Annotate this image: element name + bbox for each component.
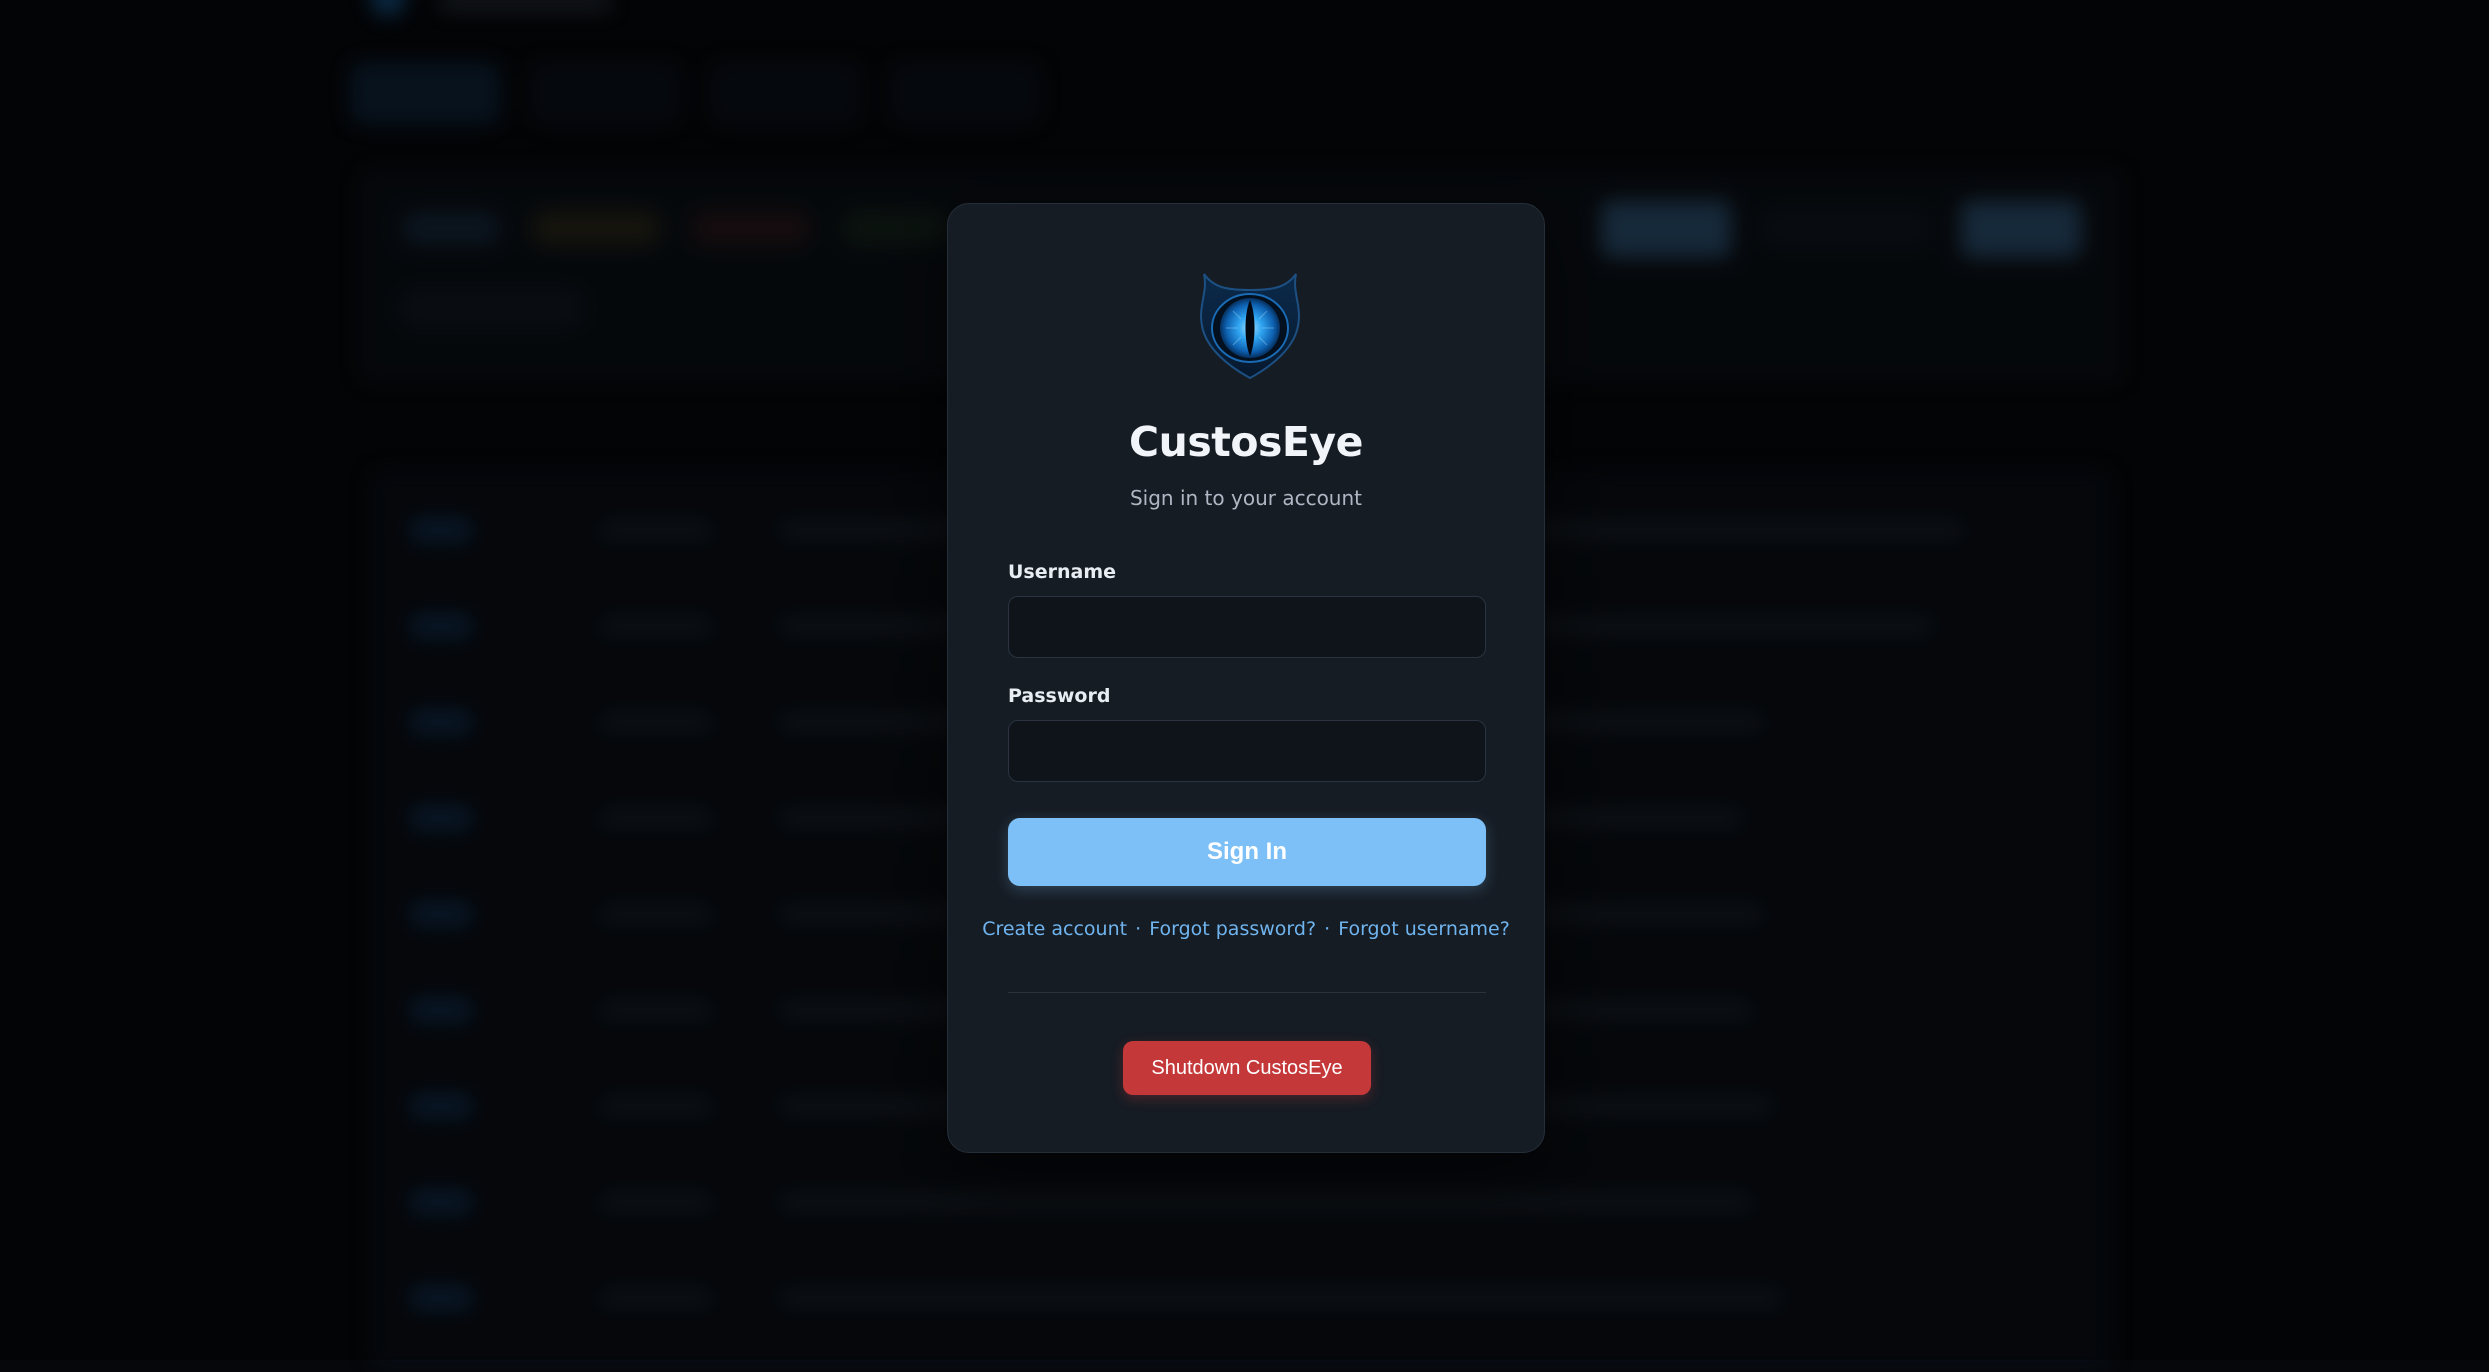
eye-logo-icon	[1200, 273, 1300, 380]
login-card: CustosEye Sign in to your account Userna…	[947, 203, 1545, 1153]
password-label: Password	[1008, 685, 1111, 707]
forgot-password-link[interactable]: Forgot password?	[1149, 918, 1316, 940]
link-separator: ·	[1135, 918, 1142, 940]
create-account-link[interactable]: Create account	[982, 918, 1127, 940]
password-input[interactable]	[1008, 720, 1486, 782]
divider	[1008, 992, 1486, 993]
signin-subtitle: Sign in to your account	[1129, 486, 1362, 510]
username-label: Username	[1008, 561, 1117, 583]
account-links: Create account · Forgot password? · Forg…	[948, 918, 1544, 940]
forgot-username-link[interactable]: Forgot username?	[1338, 918, 1510, 940]
shutdown-button[interactable]: Shutdown CustosEye	[1123, 1041, 1371, 1095]
username-input[interactable]	[1008, 596, 1486, 658]
app-title: CustosEye	[1129, 418, 1363, 466]
sign-in-button[interactable]: Sign In	[1008, 818, 1486, 886]
link-separator: ·	[1324, 918, 1331, 940]
